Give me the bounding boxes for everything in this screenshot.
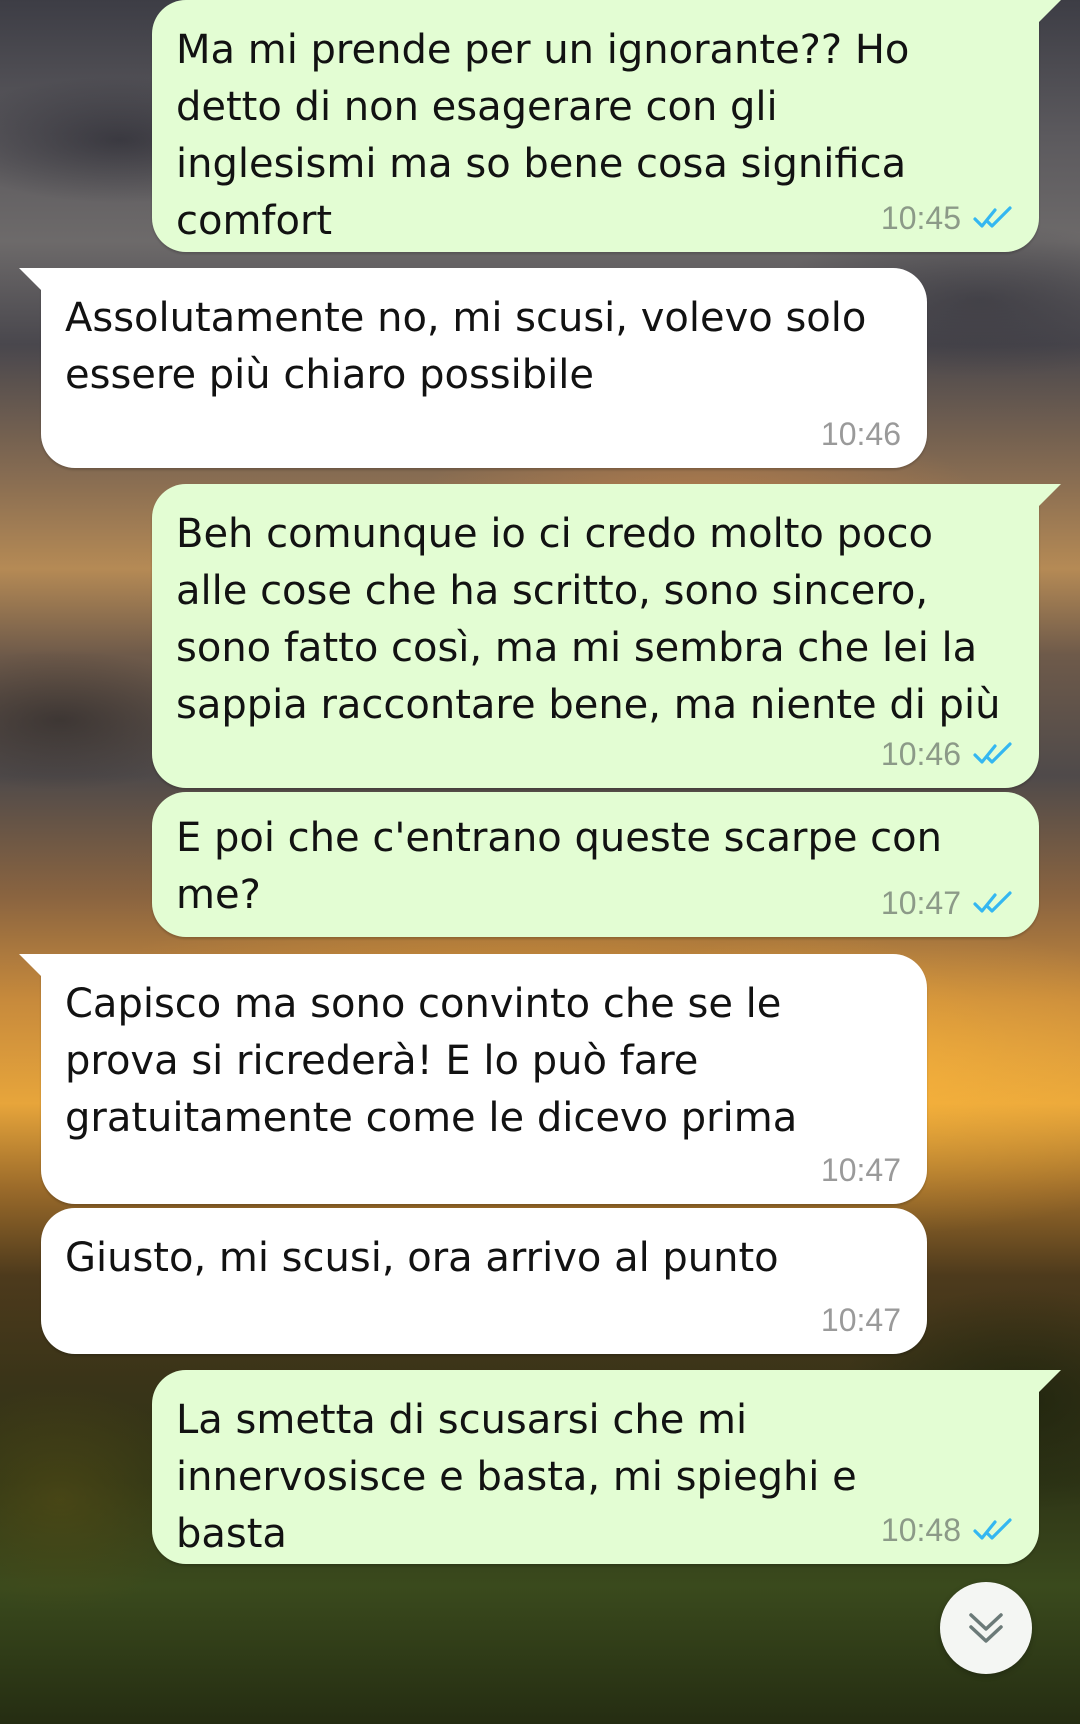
message-meta: 10:47	[821, 1152, 901, 1188]
message-time: 10:46	[880, 736, 961, 772]
bubble-tail	[1035, 484, 1061, 510]
message-meta: 10:47	[881, 885, 1013, 921]
message-bubble-outgoing[interactable]: Ma mi prende per un ignorante?? Ho detto…	[152, 0, 1061, 252]
message-time: 10:47	[820, 1302, 901, 1338]
bubble-tail	[19, 268, 45, 294]
message-meta: 10:47	[821, 1302, 901, 1338]
message-meta: 10:48	[881, 1512, 1013, 1548]
message-time: 10:48	[880, 1512, 961, 1548]
message-bubble-incoming[interactable]: Assolutamente no, mi scusi, volevo solo …	[19, 268, 927, 468]
message-time: 10:47	[880, 885, 961, 921]
message-time: 10:47	[820, 1152, 901, 1188]
bubble-tail	[1035, 0, 1061, 26]
scroll-to-bottom-button[interactable]	[940, 1582, 1032, 1674]
double-check-icon	[973, 206, 1012, 228]
message-time: 10:46	[820, 416, 901, 452]
message-time: 10:45	[880, 200, 961, 236]
message-text: Capisco ma sono convinto che se le prova…	[65, 981, 798, 1141]
message-text: Assolutamente no, mi scusi, volevo solo …	[65, 295, 867, 398]
message-meta: 10:45	[881, 200, 1013, 236]
bubble-tail	[1035, 1370, 1061, 1396]
message-meta: 10:46	[821, 416, 901, 452]
message-list[interactable]: Ma mi prende per un ignorante?? Ho detto…	[0, 0, 1080, 1724]
bubble-tail	[19, 954, 45, 980]
message-meta: 10:46	[881, 736, 1013, 772]
message-bubble-outgoing[interactable]: La smetta di scusarsi che mi innervosisc…	[152, 1370, 1061, 1564]
message-text: La smetta di scusarsi che mi innervosisc…	[176, 1397, 857, 1557]
message-bubble-outgoing[interactable]: E poi che c'entrano queste scarpe con me…	[152, 792, 1039, 937]
message-text: Ma mi prende per un ignorante?? Ho detto…	[176, 27, 910, 244]
chevron-double-down-icon	[969, 1613, 1003, 1643]
message-text: Beh comunque io ci credo molto poco alle…	[176, 511, 1001, 728]
message-bubble-outgoing[interactable]: Beh comunque io ci credo molto poco alle…	[152, 484, 1061, 788]
message-bubble-incoming[interactable]: Capisco ma sono convinto che se le prova…	[19, 954, 927, 1204]
double-check-icon	[973, 742, 1012, 764]
message-bubble-incoming[interactable]: Giusto, mi scusi, ora arrivo al punto 10…	[41, 1208, 927, 1354]
message-text: Giusto, mi scusi, ora arrivo al punto	[65, 1235, 779, 1281]
double-check-icon	[973, 1518, 1012, 1540]
double-check-icon	[973, 891, 1012, 913]
